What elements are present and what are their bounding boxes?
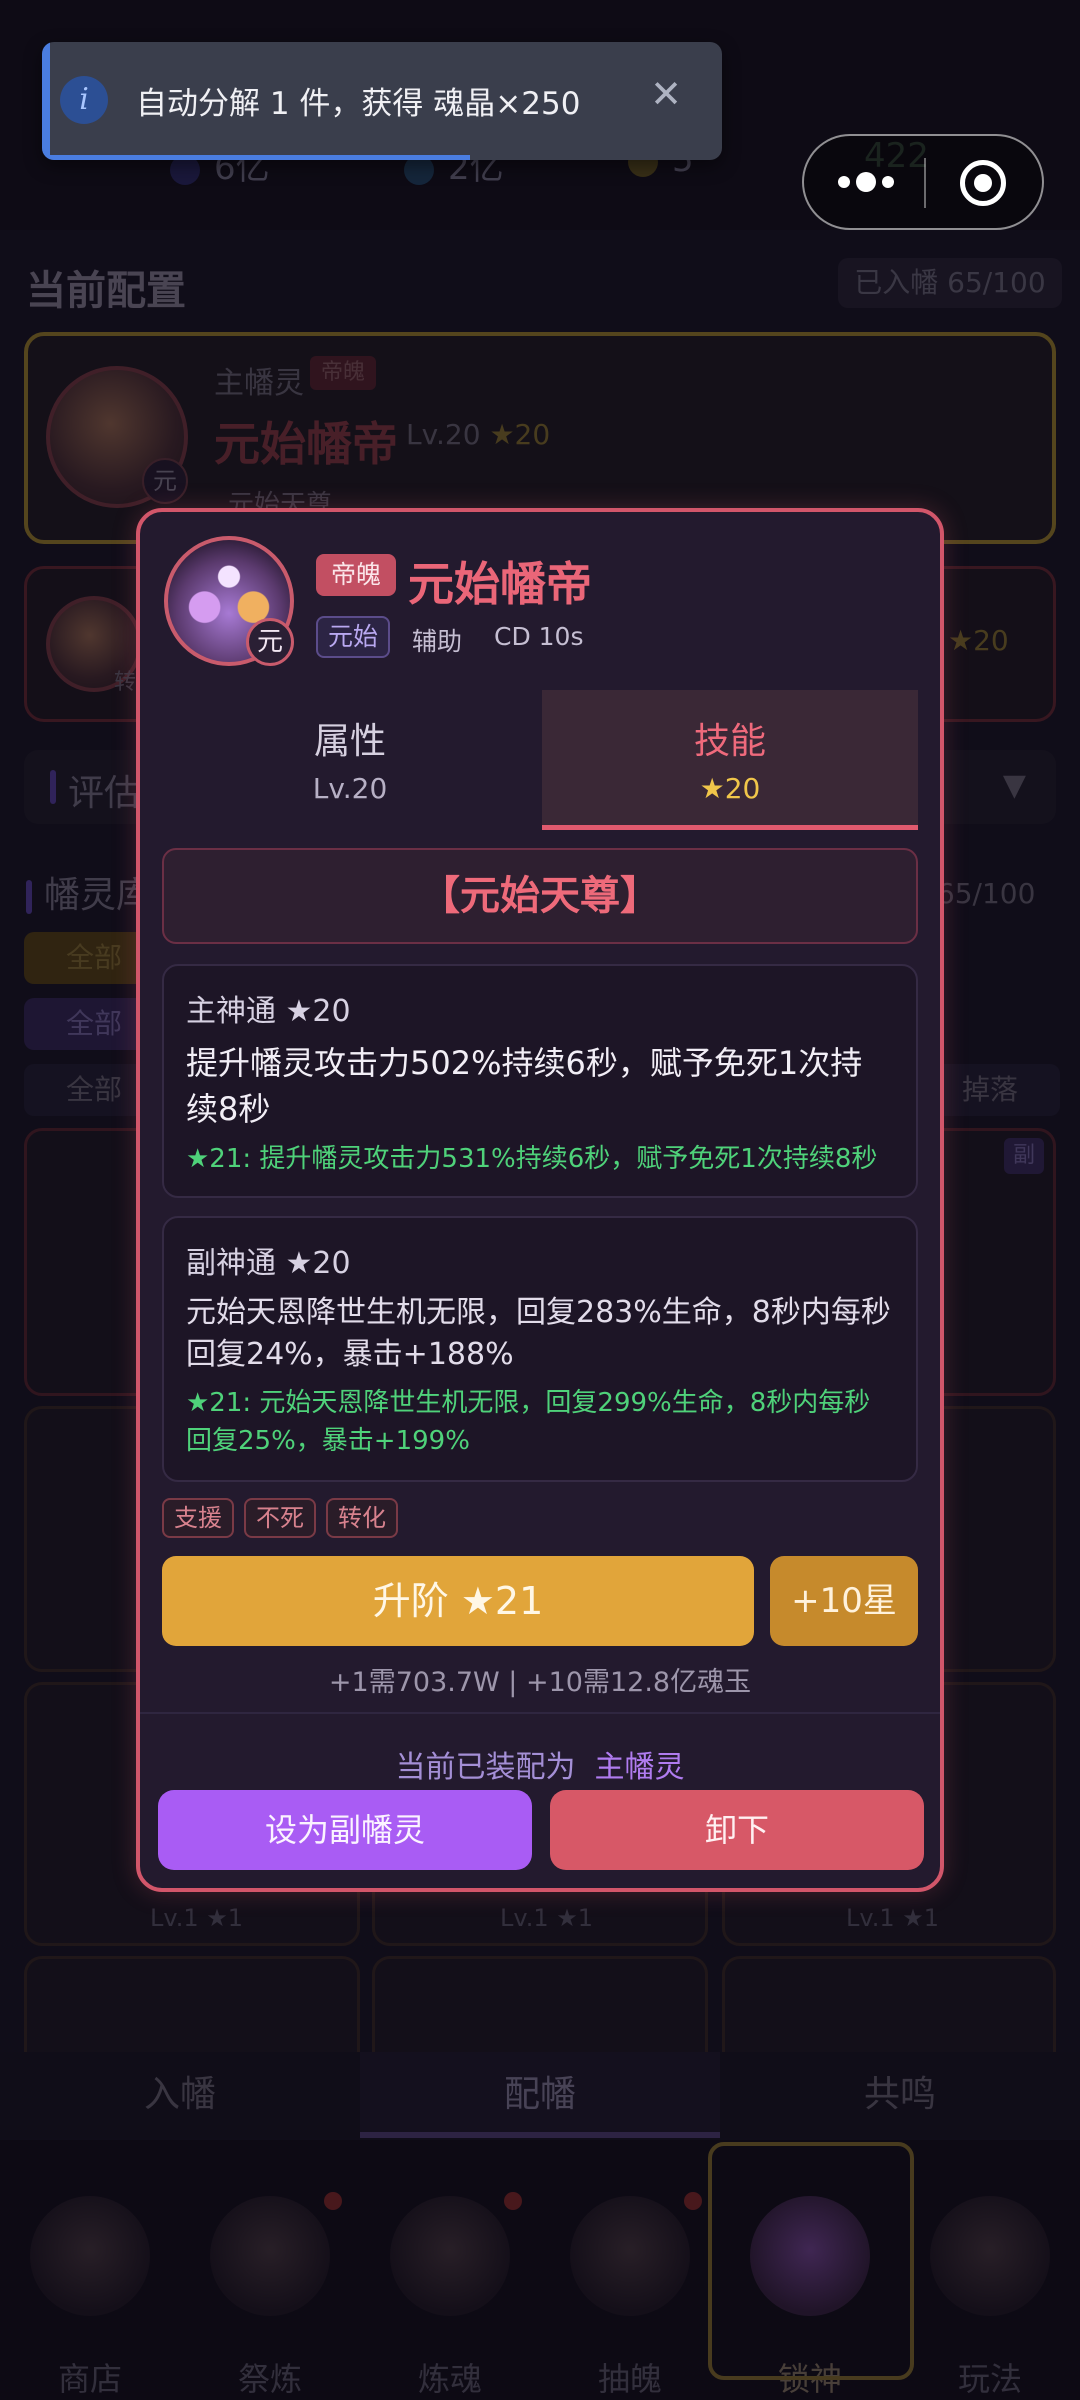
tab-skills[interactable]: 技能 ★20 [542, 690, 918, 830]
main-skill-title: 主神通 ★20 [186, 994, 351, 1029]
spirit-detail-modal: 元 帝魄 元始幡帝 元始 辅助 CD 10s 属性 Lv.20 技能 ★20 【… [136, 508, 944, 1892]
info-icon: i [60, 76, 108, 124]
more-icon[interactable] [838, 168, 908, 198]
keyword-tag: 转化 [326, 1498, 398, 1538]
tab-attributes[interactable]: 属性 Lv.20 [162, 690, 538, 830]
divider [140, 1712, 940, 1714]
toast-message: 自动分解 1 件，获得 魂晶×250 [136, 86, 581, 122]
unequip-button[interactable]: 卸下 [550, 1790, 924, 1870]
upgrade-button[interactable]: 升阶 ★21 [162, 1556, 754, 1646]
skill-set-name: 【元始天尊】 [162, 848, 918, 944]
sub-skill-desc: 元始天恩降世生机无限，回复283%生命，8秒内每秒回复24%，暴击+188% [186, 1295, 891, 1372]
equipped-status: 当前已装配为 主幡灵 [395, 1750, 685, 1785]
main-skill-box: 主神通 ★20 提升幡灵攻击力502%持续6秒，赋予免死1次持续8秒 ★21: … [162, 964, 918, 1198]
spirit-name: 元始幡帝 [408, 557, 592, 611]
rarity-tag: 帝魄 [316, 554, 396, 596]
keyword-tag: 不死 [244, 1498, 316, 1538]
toast-progress [50, 155, 470, 160]
keyword-tag: 支援 [162, 1498, 234, 1538]
main-skill-next: ★21: 提升幡灵攻击力531%持续6秒，赋予免死1次持续8秒 [186, 1144, 878, 1174]
spirit-avatar-badge: 元 [246, 618, 294, 666]
set-as-sub-button[interactable]: 设为副幡灵 [158, 1790, 532, 1870]
plus-ten-stars-button[interactable]: +10星 [770, 1556, 918, 1646]
sub-skill-box: 副神通 ★20 元始天恩降世生机无限，回复283%生命，8秒内每秒回复24%，暴… [162, 1216, 918, 1482]
faction-chip: 元始 [316, 616, 391, 658]
upgrade-cost: +1需703.7W | +10需12.8亿魂玉 [328, 1667, 752, 1698]
toast-notification: i 自动分解 1 件，获得 魂晶×250 ✕ [42, 42, 722, 160]
role-label: 辅助 [412, 627, 463, 656]
main-skill-desc: 提升幡灵攻击力502%持续6秒，赋予免死1次持续8秒 [186, 1044, 863, 1128]
sub-skill-next: ★21: 元始天恩降世生机无限，回复299%生命，8秒内每秒回复25%，暴击+1… [186, 1388, 871, 1456]
sub-skill-title: 副神通 ★20 [186, 1246, 351, 1281]
close-miniprogram-icon[interactable] [960, 160, 1006, 206]
close-icon[interactable]: ✕ [650, 72, 682, 116]
cooldown-label: CD 10s [494, 622, 584, 651]
miniprogram-capsule [802, 134, 1044, 230]
